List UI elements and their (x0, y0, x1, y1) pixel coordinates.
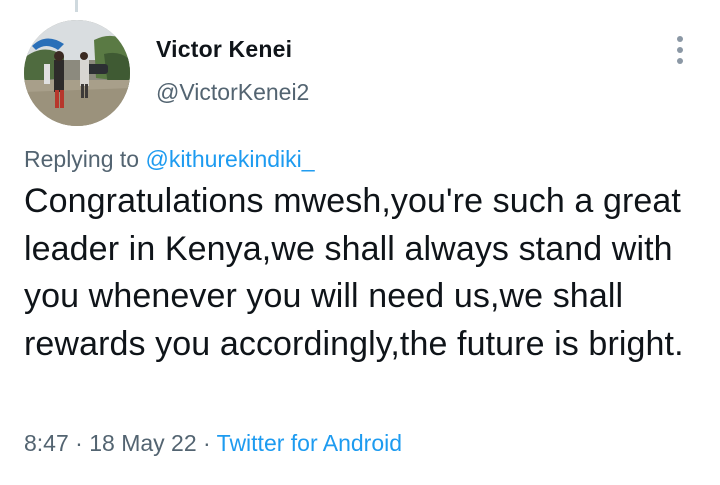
avatar[interactable] (24, 20, 130, 126)
tweet: Victor Kenei @VictorKenei2 Replying to @… (0, 0, 720, 485)
tweet-meta: 8:47 · 18 May 22 · Twitter for Android (24, 430, 402, 457)
tweet-date[interactable]: 18 May 22 (89, 430, 196, 456)
meta-separator: · (75, 430, 83, 456)
avatar-photo (24, 20, 130, 126)
replying-to-label: Replying to (24, 146, 140, 172)
more-options-button[interactable] (668, 34, 692, 66)
replying-to-mention[interactable]: @kithurekindiki_ (145, 146, 314, 172)
meta-separator: · (203, 430, 211, 456)
tweet-time[interactable]: 8:47 (24, 430, 69, 456)
tweet-text: Congratulations mwesh,you're such a grea… (24, 182, 684, 363)
author-handle[interactable]: @VictorKenei2 (156, 79, 309, 106)
author-display-name[interactable]: Victor Kenei (156, 36, 292, 63)
thread-connector-line (75, 0, 78, 12)
replying-to: Replying to @kithurekindiki_ (24, 146, 315, 173)
tweet-source-link[interactable]: Twitter for Android (217, 430, 402, 456)
